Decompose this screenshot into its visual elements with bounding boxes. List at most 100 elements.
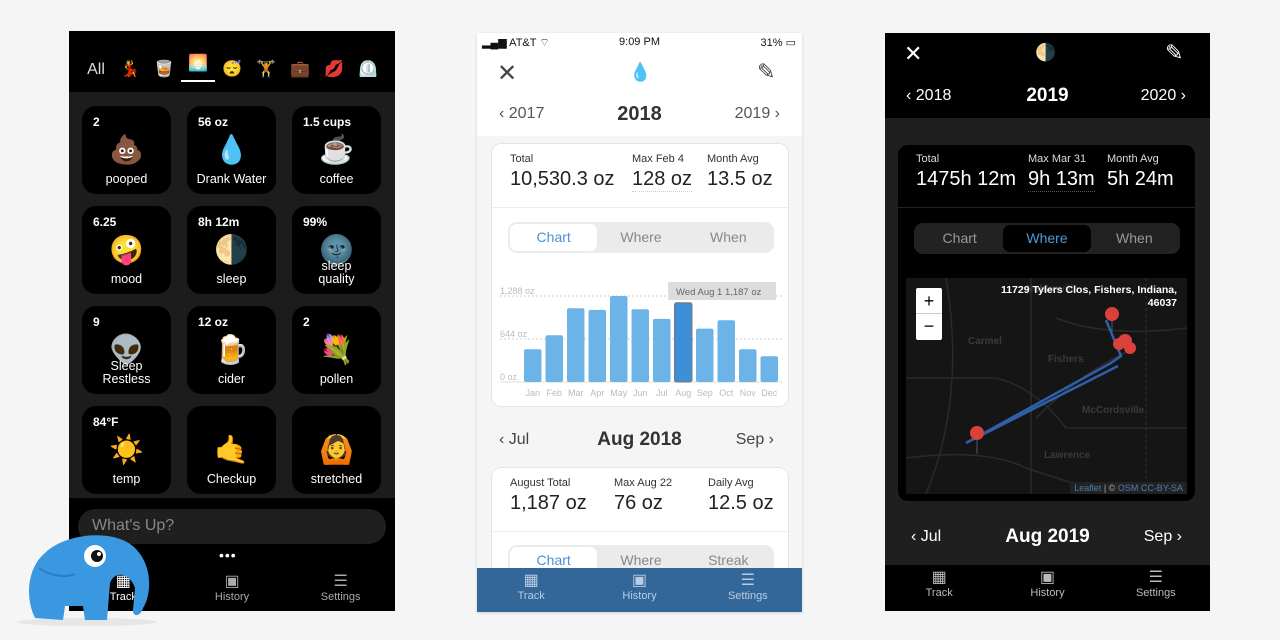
category-tab[interactable]: 💃 xyxy=(113,58,147,82)
water-stats-screen: ▂▄▆ AT&T ⌔ 9:09 PM 31% ▭ ✕ 💧 ✎ ‹ 2017 20… xyxy=(477,33,802,612)
tab-bar: ▦ Track ▣ History ☰ Settings xyxy=(477,568,802,612)
stat-month-avg: Month Avg 5h 24m xyxy=(1107,153,1174,190)
sleep-stats-screen: ✕ 🌗 ✎ ‹ 2018 2019 2020 › Total 1475h 12m … xyxy=(885,33,1210,611)
tracker-tile[interactable]: 2 💐 pollen xyxy=(292,306,381,394)
tab-history[interactable]: ▣ History xyxy=(585,568,693,612)
tracker-tile[interactable]: 84°F ☀️ temp xyxy=(82,406,171,494)
tab-settings[interactable]: ☰ Settings xyxy=(286,569,395,611)
category-tab[interactable]: 🌅 xyxy=(181,52,215,82)
segment-chart[interactable]: Chart xyxy=(916,225,1003,252)
tracker-tile[interactable]: 🙆 stretched xyxy=(292,406,381,494)
bar-jan[interactable] xyxy=(524,349,542,382)
segment-chart[interactable]: Chart xyxy=(510,224,598,251)
tracker-tile[interactable]: 9 👽 Sleep Restless xyxy=(82,306,171,394)
tile-label: Drank Water xyxy=(196,172,267,186)
segment-when[interactable]: When xyxy=(1091,225,1178,252)
x-tick-label: Jul xyxy=(656,388,668,398)
bar-aug[interactable] xyxy=(674,302,693,383)
tab-track[interactable]: ▦ Track xyxy=(885,565,993,611)
tracker-tile[interactable]: 99% 🌚 sleep quality xyxy=(292,206,381,294)
header: ▂▄▆ AT&T ⌔ 9:09 PM 31% ▭ ✕ 💧 ✎ ‹ 2017 20… xyxy=(477,33,802,136)
tile-label: pooped xyxy=(105,172,148,186)
location-map[interactable]: Noblesville Carmel Fishers McCordsville … xyxy=(906,278,1187,494)
elephant-mascot-logo xyxy=(17,535,157,626)
stat-max[interactable]: Max Mar 31 9h 13m xyxy=(1028,153,1095,192)
tracker-tile[interactable]: 🤙 Checkup xyxy=(187,406,276,494)
category-tab[interactable]: 💼 xyxy=(283,58,317,82)
tab-history[interactable]: ▣ History xyxy=(178,569,287,611)
tile-label: mood xyxy=(110,272,143,286)
tab-label: History xyxy=(622,590,657,602)
map-label: McCordsville xyxy=(1082,405,1145,416)
tab-label: Track xyxy=(925,587,953,599)
track-screen: All 💃 🥃 🌅 😴 🏋️ 💼 💋 ⏲️ 2 💩 pooped 56 oz 💧 Drank Water 1… xyxy=(69,31,395,611)
tile-emoji-icon: 🙆 xyxy=(319,434,354,465)
x-tick-label: Apr xyxy=(590,388,604,398)
next-year-button[interactable]: 2019 › xyxy=(735,105,780,123)
tracker-tile[interactable]: 8h 12m 🌗 sleep xyxy=(187,206,276,294)
category-tab[interactable]: All xyxy=(79,58,113,82)
bar-jun[interactable] xyxy=(631,309,650,382)
map-attribution: Leaflet | © OSM CC-BY-SA xyxy=(1070,482,1187,494)
bar-feb[interactable] xyxy=(545,335,564,382)
x-tick-label: Jan xyxy=(525,388,540,398)
tracker-tile[interactable]: 1.5 cups ☕ coffee xyxy=(292,106,381,194)
close-icon[interactable]: ✕ xyxy=(904,41,922,67)
chart-tooltip: Wed Aug 1 1,187 oz xyxy=(676,287,762,298)
bar-sep[interactable] xyxy=(696,328,714,382)
stat-max[interactable]: Max Feb 4 128 oz xyxy=(632,153,693,192)
category-tab[interactable]: 🏋️ xyxy=(249,58,283,82)
segment-when[interactable]: When xyxy=(685,224,772,251)
category-tab[interactable]: ⏲️ xyxy=(351,58,385,82)
next-month-button[interactable]: Sep › xyxy=(736,431,774,449)
tab-settings[interactable]: ☰ Settings xyxy=(1102,565,1210,611)
tab-track[interactable]: ▦ Track xyxy=(477,568,585,612)
tab-settings[interactable]: ☰ Settings xyxy=(694,568,802,612)
bar-dec[interactable] xyxy=(760,356,779,382)
tracker-tile[interactable]: 6.25 🤪 mood xyxy=(82,206,171,294)
stat-month-total: August Total 1,187 oz xyxy=(510,477,587,514)
edit-pencil-icon[interactable]: ✎ xyxy=(1165,40,1183,66)
x-tick-label: Aug xyxy=(675,388,691,398)
osm-link[interactable]: OSM CC-BY-SA xyxy=(1118,483,1183,493)
zoom-out-button[interactable]: − xyxy=(916,314,942,340)
tile-emoji-icon: 🤙 xyxy=(214,434,249,465)
tab-history[interactable]: ▣ History xyxy=(993,565,1101,611)
category-tab[interactable]: 😴 xyxy=(215,58,249,82)
view-segmented-control: Chart Where When xyxy=(914,223,1180,254)
tile-label: temp xyxy=(112,472,141,486)
grid-icon: ▦ xyxy=(523,572,539,589)
bar-oct[interactable] xyxy=(717,320,736,382)
tracker-tile[interactable]: 12 oz 🍺 cider xyxy=(187,306,276,394)
bar-may[interactable] xyxy=(610,296,628,382)
menu-icon: ☰ xyxy=(1148,569,1163,586)
tile-label: sleep quality xyxy=(318,259,355,286)
zoom-in-button[interactable]: + xyxy=(916,288,942,314)
bar-mar[interactable] xyxy=(567,308,585,382)
tile-emoji-icon: 🌗 xyxy=(214,234,249,265)
address-label: 11729 Tylers Clos, Fishers, Indiana, 460… xyxy=(1000,284,1177,309)
close-icon[interactable]: ✕ xyxy=(497,59,517,88)
year-card: Total 1475h 12m Max Mar 31 9h 13m Month Av… xyxy=(898,145,1195,501)
segment-where[interactable]: Where xyxy=(597,224,684,251)
tab-label: History xyxy=(1030,587,1065,599)
x-tick-label: Jun xyxy=(633,388,648,398)
battery: 31% ▭ xyxy=(760,37,796,49)
next-year-button[interactable]: 2020 › xyxy=(1141,87,1186,105)
header: ✕ 🌗 ✎ ‹ 2018 2019 2020 › xyxy=(885,33,1210,118)
category-tab[interactable]: 💋 xyxy=(317,58,351,82)
segment-where[interactable]: Where xyxy=(1003,225,1091,252)
edit-pencil-icon[interactable]: ✎ xyxy=(757,59,775,85)
bar-jul[interactable] xyxy=(653,318,671,382)
bar-nov[interactable] xyxy=(739,349,757,382)
bar-apr[interactable] xyxy=(588,309,607,382)
category-tab[interactable]: 🥃 xyxy=(147,58,181,82)
next-month-button[interactable]: Sep › xyxy=(1144,528,1182,546)
x-tick-label: Feb xyxy=(546,388,562,398)
tracker-tile[interactable]: 56 oz 💧 Drank Water xyxy=(187,106,276,194)
tracker-tile[interactable]: 2 💩 pooped xyxy=(82,106,171,194)
view-segmented-control: Chart Where When xyxy=(508,222,774,253)
tile-label: cider xyxy=(217,372,246,386)
more-icon[interactable]: ••• xyxy=(219,547,237,563)
leaflet-link[interactable]: Leaflet xyxy=(1074,483,1101,493)
